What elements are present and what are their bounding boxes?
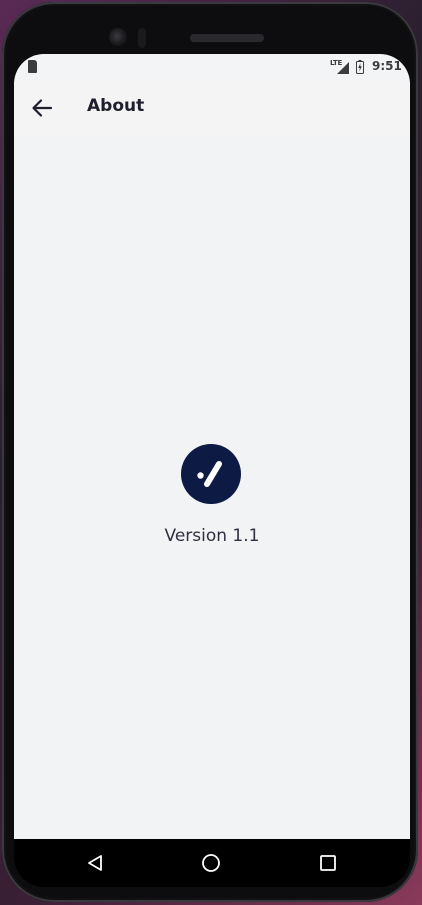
circle-home-icon bbox=[202, 854, 220, 872]
sd-card-icon bbox=[28, 60, 37, 73]
check-logo-icon bbox=[197, 461, 222, 487]
battery-charging-icon bbox=[356, 60, 364, 74]
triangle-back-icon bbox=[88, 855, 102, 871]
status-bar: LTE 9:51 bbox=[14, 54, 410, 82]
version-label: Version 1.1 bbox=[164, 526, 260, 546]
nav-recents-button[interactable] bbox=[316, 851, 340, 875]
app-logo bbox=[181, 444, 241, 504]
front-camera bbox=[109, 28, 127, 46]
back-button[interactable] bbox=[26, 92, 58, 124]
app-bar: About bbox=[14, 82, 410, 136]
phone-frame: LTE 9:51 About Version 1.1 bbox=[2, 2, 418, 902]
system-nav-bar bbox=[14, 839, 410, 887]
about-content: Version 1.1 bbox=[14, 136, 410, 839]
proximity-sensor bbox=[138, 28, 146, 48]
page-title: About bbox=[87, 96, 145, 116]
screen: LTE 9:51 About Version 1.1 bbox=[14, 54, 410, 839]
square-recents-icon bbox=[320, 855, 336, 871]
nav-back-button[interactable] bbox=[83, 851, 107, 875]
signal-icon bbox=[337, 62, 349, 74]
earpiece-speaker bbox=[190, 34, 264, 42]
nav-home-button[interactable] bbox=[199, 851, 223, 875]
arrow-left-icon bbox=[32, 99, 53, 117]
status-time: 9:51 bbox=[372, 59, 402, 73]
